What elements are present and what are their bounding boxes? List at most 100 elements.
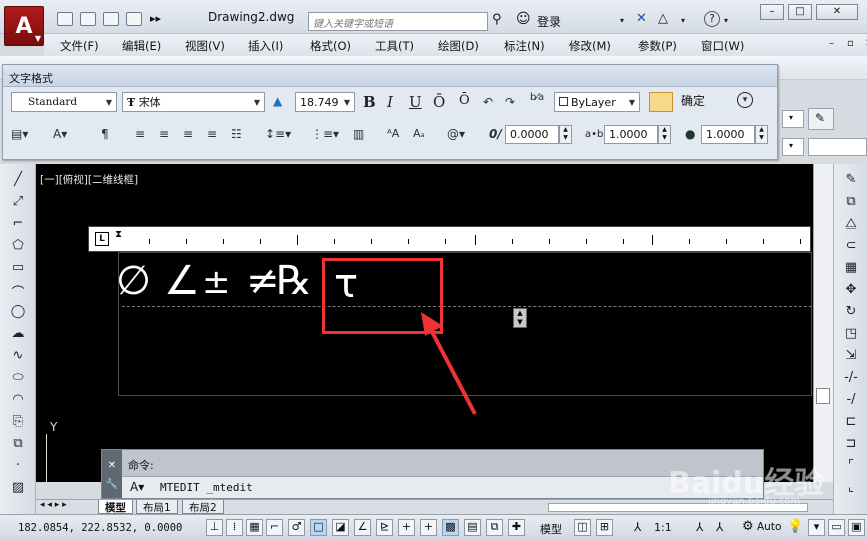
annotation-visibility-icon[interactable]: ⅄ xyxy=(696,520,703,534)
command-settings-icon[interactable]: 🔧 xyxy=(102,479,122,490)
a360-dropdown-icon[interactable]: ▾ xyxy=(681,16,685,25)
object-snap-icon[interactable]: □ xyxy=(310,519,327,536)
workspace-gear-icon[interactable]: ⚙ xyxy=(742,519,754,534)
quick-properties-icon[interactable]: ▤ xyxy=(464,519,481,536)
ellipse-icon[interactable]: ⬭ xyxy=(9,370,27,388)
mtext-resize-handle[interactable]: ▲ ▼ xyxy=(513,308,527,328)
clean-screen-icon[interactable]: ▣ xyxy=(848,519,865,536)
open-file-icon[interactable] xyxy=(80,12,96,26)
minimize-button[interactable]: – xyxy=(760,4,784,20)
linetype-dropdown[interactable]: ▾ xyxy=(782,138,804,156)
mirror-icon[interactable]: ⧋ xyxy=(841,216,861,234)
lineweight-icon[interactable]: + xyxy=(420,519,437,536)
otrack-icon[interactable]: ∠ xyxy=(354,519,371,536)
construction-line-icon[interactable]: ⤢ xyxy=(9,194,27,212)
binoculars-icon[interactable]: ⚲ xyxy=(492,12,502,27)
save-icon[interactable] xyxy=(103,12,119,26)
help-dropdown-icon[interactable]: ▾ xyxy=(724,16,728,25)
menu-window[interactable]: 窗口(W) xyxy=(701,38,744,54)
undo-icon[interactable]: ↶ xyxy=(483,95,493,109)
bold-button[interactable]: B xyxy=(363,93,376,111)
command-close-icon[interactable]: ✕ xyxy=(102,460,122,471)
make-block-icon[interactable]: ⧉ xyxy=(9,436,27,454)
menu-format[interactable]: 格式(O) xyxy=(310,38,351,54)
ortho-mode-icon[interactable]: ⌐ xyxy=(266,519,283,536)
menu-tools[interactable]: 工具(T) xyxy=(375,38,414,54)
layer-dropdown[interactable]: ▾ xyxy=(782,110,804,128)
break-icon[interactable]: ⊏ xyxy=(841,414,861,432)
workspace-label[interactable]: Auto xyxy=(757,521,781,533)
command-line-grip[interactable]: ✕ 🔧 xyxy=(102,450,122,498)
uppercase-icon[interactable]: ᴬA xyxy=(387,127,399,140)
ok-button[interactable]: 确定 xyxy=(681,92,705,109)
viewport-label[interactable]: [一][俯视][二维线框] xyxy=(40,172,138,187)
annotation-scale-icon[interactable]: ⅄ xyxy=(634,520,641,534)
stack-icon[interactable]: b⁄a xyxy=(530,92,544,103)
justify-icon[interactable]: ≡ xyxy=(207,127,217,141)
doc-minimize-button[interactable]: – xyxy=(829,38,834,49)
annotation-scale[interactable]: 1:1 xyxy=(654,521,672,534)
tab-nav-arrows[interactable]: ◂ ◂ ▸ ▸ xyxy=(40,500,67,510)
lightbulb-icon[interactable]: 💡 xyxy=(787,519,803,534)
print-icon[interactable] xyxy=(126,12,142,26)
text-style-select[interactable]: Standard ▼ xyxy=(11,92,117,112)
width-factor-input[interactable]: 1.0000 ▲ ▼ xyxy=(701,125,768,144)
3d-osnap-icon[interactable]: ◪ xyxy=(332,519,349,536)
doc-restore-button[interactable]: ▫ xyxy=(847,38,854,49)
menu-edit[interactable]: 编辑(E) xyxy=(122,38,161,54)
transparency-icon[interactable]: ▩ xyxy=(442,519,459,536)
stretch-icon[interactable]: ⇲ xyxy=(841,348,861,366)
oblique-angle-input[interactable]: 0.0000 ▲ ▼ xyxy=(505,125,572,144)
scale-icon[interactable]: ◳ xyxy=(841,326,861,344)
text-height-select[interactable]: 18.749 ▼ xyxy=(295,92,355,112)
menu-parametric[interactable]: 参数(P) xyxy=(638,38,677,54)
close-button[interactable]: ✕ xyxy=(816,4,858,20)
copy-icon[interactable]: ⧉ xyxy=(841,194,861,212)
indent-marker[interactable]: ⧗ xyxy=(115,229,122,240)
command-icon[interactable]: A▾ xyxy=(130,480,144,494)
menu-modify[interactable]: 修改(M) xyxy=(569,38,611,54)
rotate-icon[interactable]: ↻ xyxy=(841,304,861,322)
toolbar-lock-icon[interactable]: ▾ xyxy=(808,519,825,536)
trim-icon[interactable]: -/- xyxy=(841,370,861,388)
align-left-icon[interactable]: ≡ xyxy=(135,127,145,141)
array-icon[interactable]: ▦ xyxy=(841,260,861,278)
point-icon[interactable]: · xyxy=(9,458,27,476)
lineweight-dropdown[interactable] xyxy=(808,138,867,156)
paragraph-icon[interactable]: ¶ xyxy=(101,127,109,141)
search-input[interactable]: 键入关键字或短语 xyxy=(308,12,488,31)
polyline-icon[interactable]: ⌐ xyxy=(9,216,27,234)
fillet-icon[interactable]: ⌞ xyxy=(841,480,861,498)
command-input-row[interactable]: A▾ MTEDIT _mtedit xyxy=(122,476,763,498)
auto-scale-icon[interactable]: ⅄ xyxy=(716,520,723,534)
circle-icon[interactable]: ◯ xyxy=(9,304,27,322)
font-select[interactable]: Ŧ 宋体 ▼ xyxy=(122,92,265,112)
mtext-ruler[interactable]: L ⧗ xyxy=(88,226,811,252)
annotative-icon[interactable]: ▲ xyxy=(273,94,282,108)
ducs-icon[interactable]: ⊵ xyxy=(376,519,393,536)
menu-file[interactable]: 文件(F) xyxy=(60,38,99,54)
login-dropdown-icon[interactable]: ▾ xyxy=(620,16,624,25)
ellipse-arc-icon[interactable]: ◠ xyxy=(9,392,27,410)
menu-dimension[interactable]: 标注(N) xyxy=(504,38,545,54)
redo-icon[interactable]: ↷ xyxy=(505,95,515,109)
lowercase-icon[interactable]: Aₐ xyxy=(413,127,425,140)
insert-block-icon[interactable]: ⎘ xyxy=(9,414,27,432)
model-space-toggle[interactable]: 模型 xyxy=(540,521,562,537)
join-icon[interactable]: ⊐ xyxy=(841,436,861,454)
tab-type-icon[interactable]: L xyxy=(95,232,109,246)
polygon-icon[interactable]: ⬠ xyxy=(9,238,27,256)
rectangle-icon[interactable]: ▭ xyxy=(9,260,27,278)
symbol-icon[interactable]: @▾ xyxy=(447,127,465,141)
exchange-icon[interactable]: ✕ xyxy=(636,11,647,26)
erase-icon[interactable]: ✎ xyxy=(841,172,861,190)
chamfer-icon[interactable]: ⌜ xyxy=(841,458,861,476)
underline-button[interactable]: U xyxy=(409,93,422,111)
italic-button[interactable]: I xyxy=(387,93,393,111)
coordinates-readout[interactable]: 182.0854, 222.8532, 0.0000 xyxy=(18,522,182,534)
align-right-icon[interactable]: ≡ xyxy=(183,127,193,141)
selection-cycling-icon[interactable]: ⧉ xyxy=(486,519,503,536)
quick-access-more-icon[interactable]: ▸▸ xyxy=(150,12,161,25)
color-select[interactable]: ByLayer ▼ xyxy=(554,92,640,112)
maximize-button[interactable]: □ xyxy=(788,4,812,20)
